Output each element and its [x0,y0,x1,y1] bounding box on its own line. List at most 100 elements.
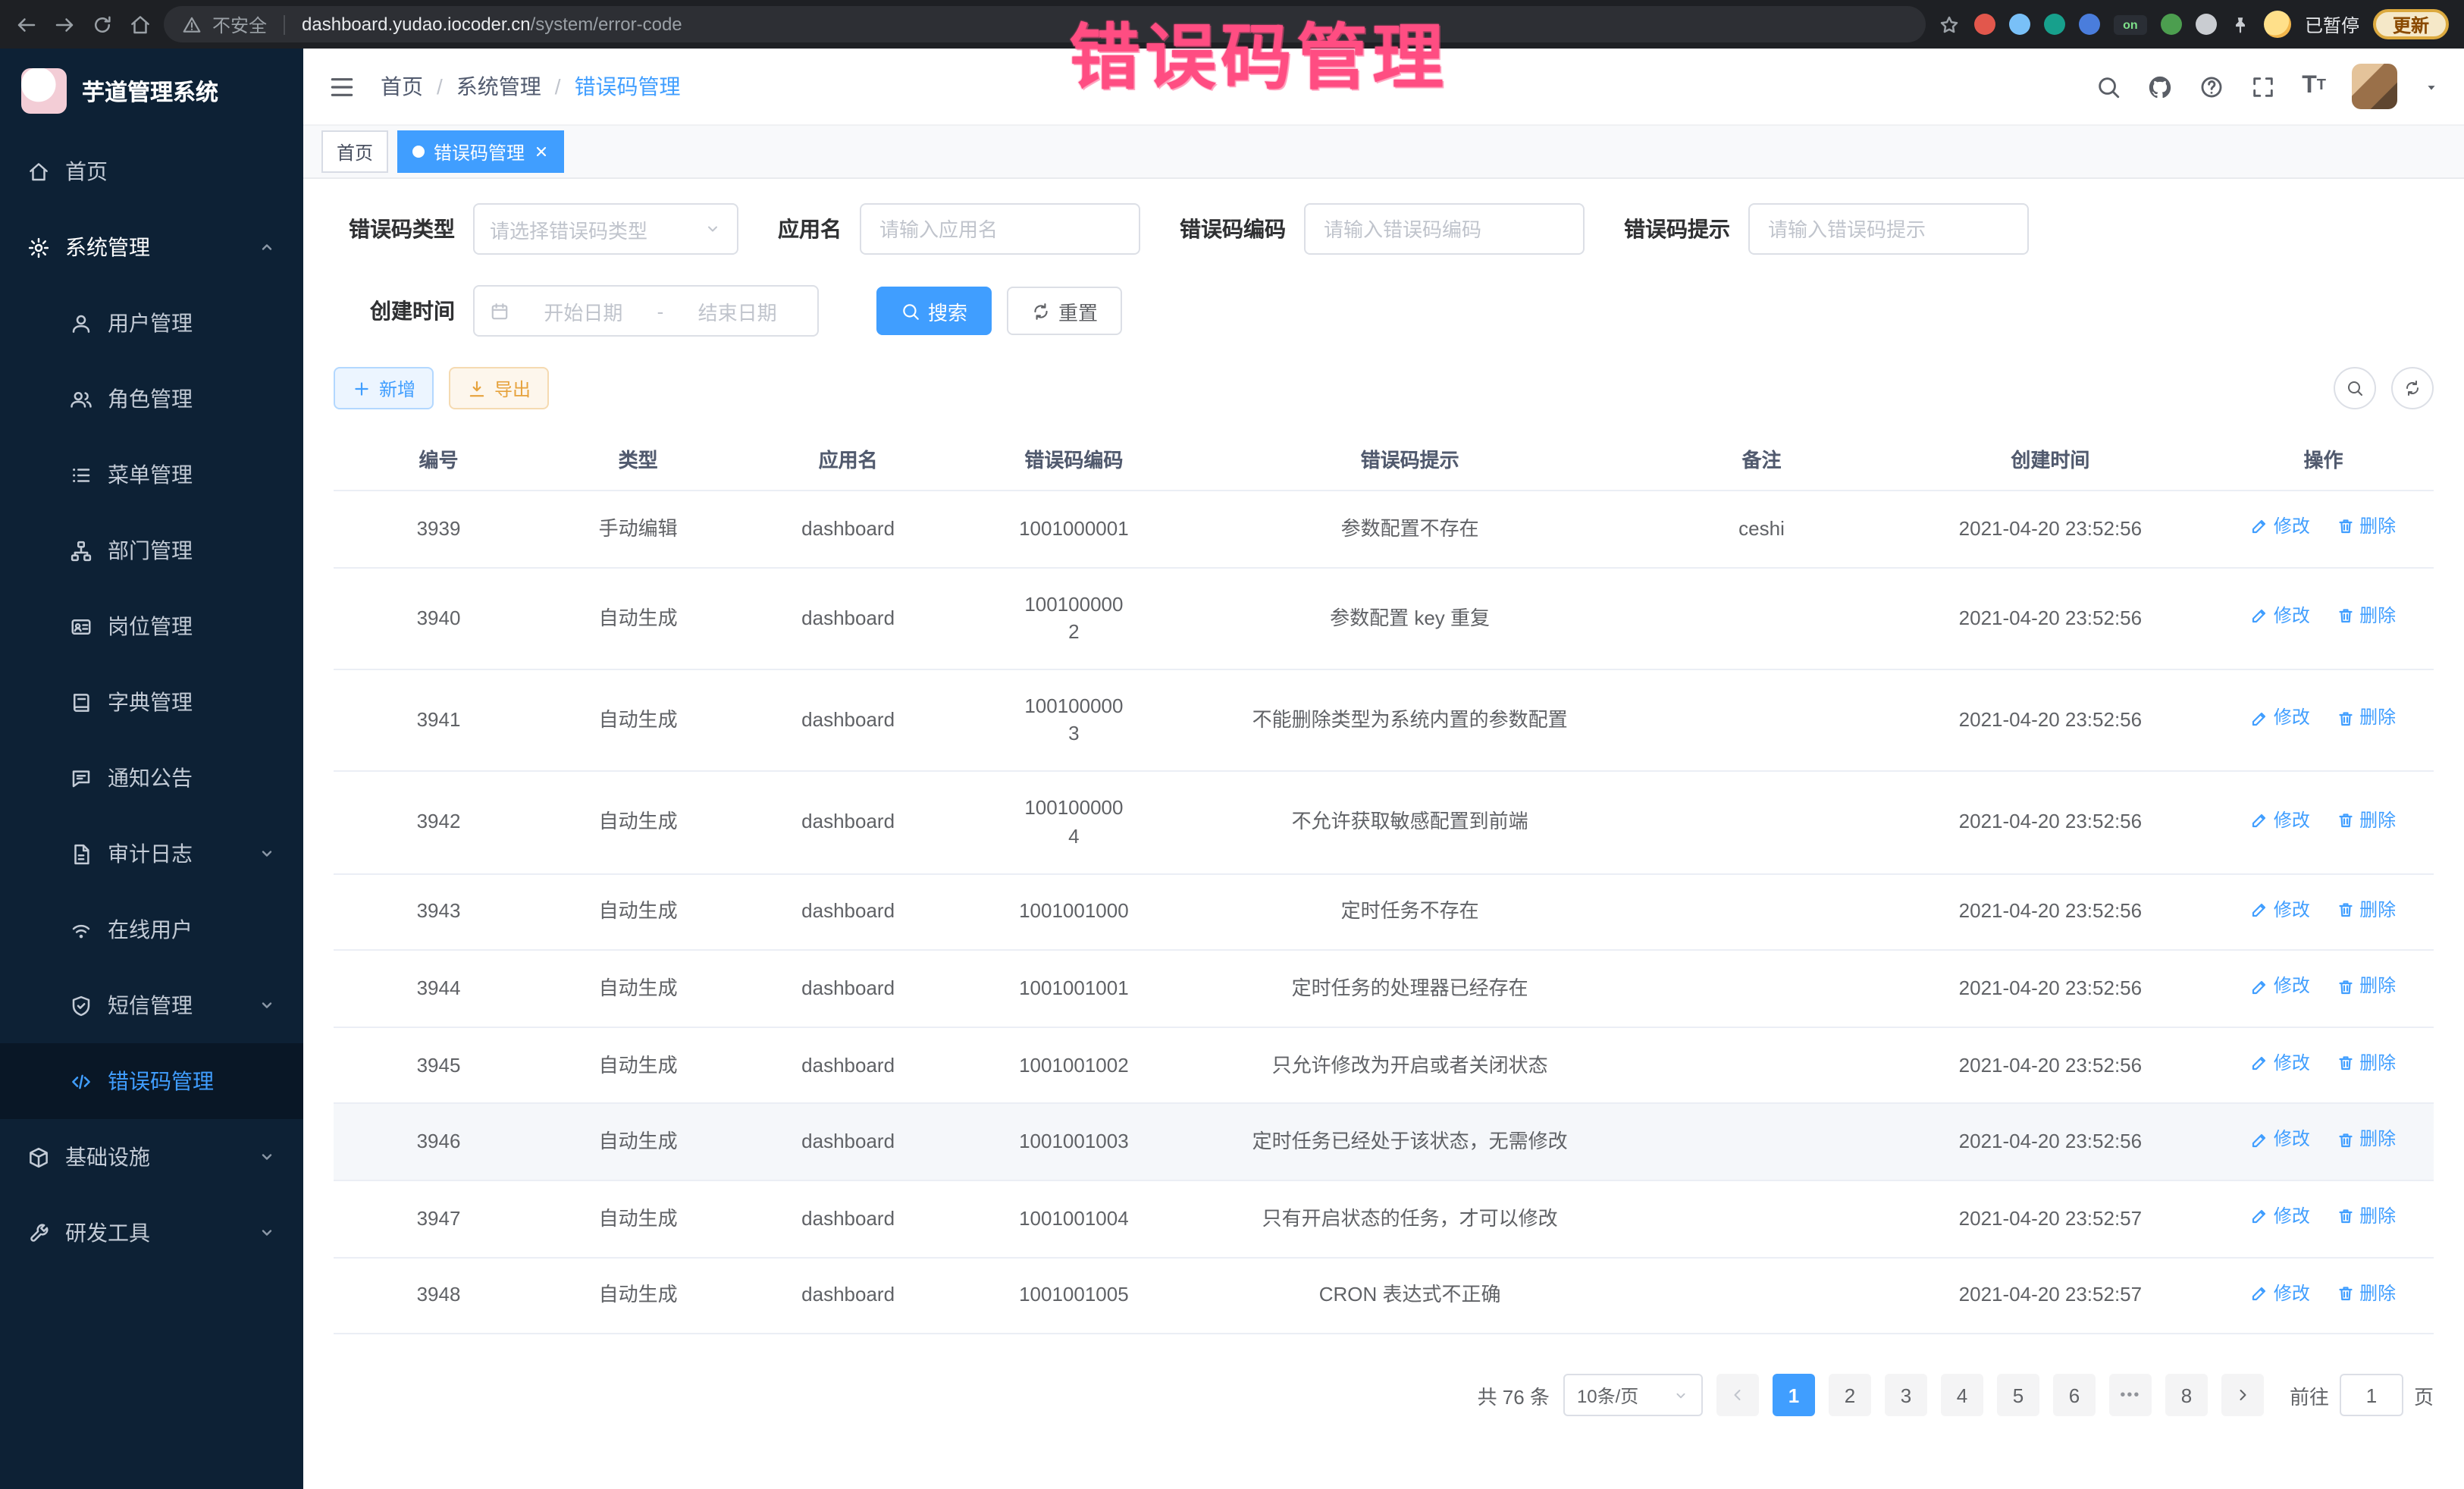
trash-icon [2337,901,2355,919]
edit-link[interactable]: 修改 [2251,897,2310,923]
delete-link[interactable]: 删除 [2337,1204,2396,1230]
user-avatar[interactable] [2352,64,2397,109]
delete-link[interactable]: 删除 [2337,1281,2396,1306]
edit-link[interactable]: 修改 [2251,1051,2310,1077]
sidebar-item-dict-management[interactable]: 字典管理 [0,664,303,740]
browser-profile-avatar[interactable] [2264,11,2291,38]
prev-page-button[interactable] [1716,1374,1759,1416]
edit-link[interactable]: 修改 [2251,807,2310,833]
page-size-select[interactable]: 10条/页 [1563,1374,1703,1416]
edit-link[interactable]: 修改 [2251,974,2310,1000]
green-extension-icon[interactable] [2161,14,2182,35]
delete-link[interactable]: 删除 [2337,974,2396,1000]
address-bar[interactable]: 不安全 dashboard.yudao.iocoder.cn/system/er… [164,6,1926,42]
date-range-picker[interactable]: 开始日期 - 结束日期 [473,285,819,337]
url-text: dashboard.yudao.iocoder.cn/system/error-… [302,14,682,35]
tab-error-code[interactable]: 错误码管理 [397,130,564,173]
font-size-icon[interactable]: TT [2302,74,2326,99]
pin-icon[interactable] [2230,14,2250,34]
page-button-1[interactable]: 1 [1773,1374,1815,1416]
filter-row-1: 错误码类型 请选择错误码类型 应用名 错误码编码 [334,203,2434,255]
blue-drop-extension-icon[interactable] [2009,14,2030,35]
sidebar-item-error-code-management[interactable]: 错误码管理 [0,1043,303,1119]
delete-link[interactable]: 删除 [2337,1127,2396,1153]
page-button-4[interactable]: 4 [1941,1374,1983,1416]
cell-type: 自动生成 [544,951,732,1027]
edit-link[interactable]: 修改 [2251,706,2310,732]
update-button[interactable]: 更新 [2373,9,2449,39]
delete-link[interactable]: 删除 [2337,807,2396,833]
close-icon[interactable] [534,144,549,159]
fullscreen-icon[interactable] [2250,74,2276,99]
sidebar-item-infrastructure[interactable]: 基础设施 [0,1119,303,1195]
sidebar-item-notice-management[interactable]: 通知公告 [0,740,303,816]
sidebar-item-system-management[interactable]: 系统管理 [0,209,303,285]
refresh-table-button[interactable] [2391,367,2434,409]
page-button-6[interactable]: 6 [2053,1374,2096,1416]
next-page-button[interactable] [2221,1374,2264,1416]
app-logo[interactable]: 芋道管理系统 [0,49,303,133]
edit-link[interactable]: 修改 [2251,1281,2310,1306]
cell-operations: 修改 删除 [2213,951,2434,1027]
red-extension-icon[interactable] [1974,14,1995,35]
page-button-5[interactable]: 5 [1997,1374,2039,1416]
table-column: 备注 [1635,428,1887,491]
pagination-more[interactable]: ••• [2109,1374,2152,1416]
trash-icon [2337,709,2355,727]
error-type-select[interactable]: 请选择错误码类型 [473,203,738,255]
delete-link[interactable]: 删除 [2337,603,2396,629]
add-button[interactable]: 新增 [334,367,434,409]
error-message-input[interactable] [1748,203,2029,255]
search-icon[interactable] [2096,74,2121,99]
page-button-3[interactable]: 3 [1885,1374,1927,1416]
filter-label-time: 创建时间 [334,296,455,326]
github-icon[interactable] [2147,74,2173,99]
sidebar-item-online-users[interactable]: 在线用户 [0,892,303,967]
goto-page-input[interactable] [2340,1374,2403,1416]
search-button[interactable]: 搜索 [876,287,992,335]
dark-on-extension-icon[interactable]: on [2114,14,2147,34]
edit-link[interactable]: 修改 [2251,514,2310,540]
help-icon[interactable] [2199,74,2224,99]
delete-link[interactable]: 删除 [2337,514,2396,540]
edit-link[interactable]: 修改 [2251,1204,2310,1230]
browser-back-button[interactable] [15,13,38,36]
reset-button[interactable]: 重置 [1007,287,1122,335]
delete-link[interactable]: 删除 [2337,897,2396,923]
sidebar-item-dev-tools[interactable]: 研发工具 [0,1195,303,1271]
browser-forward-button[interactable] [53,13,76,36]
breadcrumb-item[interactable]: 首页 [381,71,423,102]
edit-link[interactable]: 修改 [2251,603,2310,629]
sidebar-item-user-management[interactable]: 用户管理 [0,285,303,361]
sidebar-item-home[interactable]: 首页 [0,133,303,209]
browser-home-button[interactable] [129,13,152,36]
sidebar-item-role-management[interactable]: 角色管理 [0,361,303,437]
sidebar-item-sms-management[interactable]: 短信管理 [0,967,303,1043]
sidebar-item-menu-management[interactable]: 菜单管理 [0,437,303,513]
app-name-input[interactable] [860,203,1140,255]
tab-home[interactable]: 首页 [321,130,388,173]
sidebar-item-audit-log[interactable]: 审计日志 [0,816,303,892]
caret-down-icon[interactable] [2423,78,2440,95]
sidebar-item-post-management[interactable]: 岗位管理 [0,588,303,664]
sidebar-item-label: 错误码管理 [108,1066,276,1096]
page-button-2[interactable]: 2 [1829,1374,1871,1416]
toggle-search-button[interactable] [2334,367,2376,409]
page-button-8[interactable]: 8 [2165,1374,2208,1416]
export-button[interactable]: 导出 [449,367,549,409]
edit-link[interactable]: 修改 [2251,1127,2310,1153]
blue-grid-extension-icon[interactable] [2079,14,2100,35]
error-code-input[interactable] [1304,203,1585,255]
teal-check-extension-icon[interactable] [2044,14,2065,35]
browser-reload-button[interactable] [91,13,114,36]
cell-error-message: 不能删除类型为系统内置的参数配置 [1184,669,1636,772]
bookmark-star-icon[interactable] [1938,13,1961,36]
breadcrumb-item[interactable]: 系统管理 [456,71,541,102]
delete-link[interactable]: 删除 [2337,706,2396,732]
logo-image [21,68,67,114]
hamburger-icon[interactable] [328,72,356,101]
pin-extension-icon[interactable] [2196,14,2217,35]
sidebar-item-dept-management[interactable]: 部门管理 [0,513,303,588]
delete-link[interactable]: 删除 [2337,1051,2396,1077]
cell-id: 3943 [334,873,544,950]
